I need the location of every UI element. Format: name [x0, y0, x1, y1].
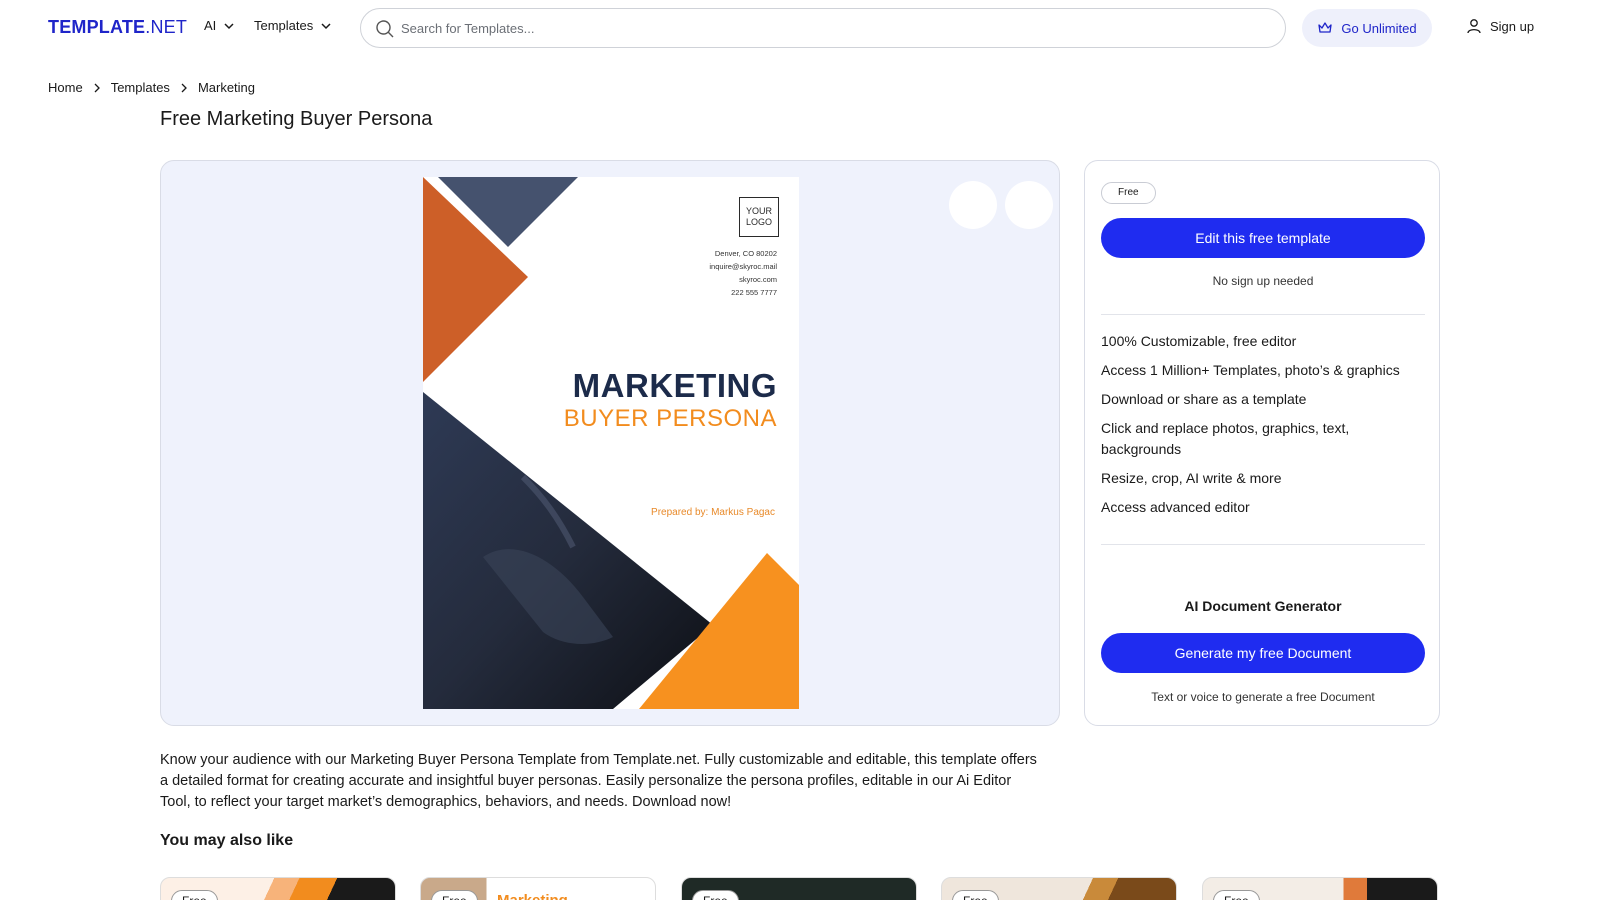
related-template-title: Marketing — [497, 892, 568, 900]
related-template-card[interactable]: Free — [681, 877, 917, 900]
feature-item: Click and replace photos, graphics, text… — [1101, 420, 1350, 457]
free-badge: Free — [1213, 890, 1260, 900]
chevron-right-icon — [94, 83, 100, 92]
breadcrumb: Home Templates Marketing — [48, 80, 255, 95]
divider — [1101, 544, 1425, 545]
nav-templates-dropdown[interactable]: Templates — [254, 18, 333, 33]
no-signup-note: No sign up needed — [1212, 274, 1314, 288]
feature-item: Resize, crop, AI write & more — [1101, 470, 1282, 486]
search-bar — [360, 8, 1286, 48]
chevron-down-icon — [321, 22, 331, 29]
free-badge: Free — [171, 890, 218, 900]
doc-title-sub: BUYER PERSONA — [563, 405, 777, 432]
cover-photo — [423, 392, 713, 709]
generate-document-button[interactable]: Generate my free Document — [1101, 633, 1425, 673]
doc-contact-line: inquire@skyroc.mail — [709, 262, 777, 271]
page-title: Free Marketing Buyer Persona — [160, 108, 433, 130]
breadcrumb-marketing[interactable]: Marketing — [198, 80, 255, 95]
you-may-also-like-heading: You may also like — [160, 832, 294, 849]
doc-contact-line: skyroc.com — [739, 275, 777, 284]
site-logo[interactable]: TEMPLATE.NET — [48, 17, 187, 38]
divider — [1101, 314, 1425, 315]
free-badge: Free — [431, 890, 478, 900]
favorite-button[interactable] — [949, 181, 997, 229]
free-badge: Free — [692, 890, 739, 900]
share-button[interactable] — [1005, 181, 1053, 229]
edit-template-button[interactable]: Edit this free template — [1101, 218, 1425, 258]
template-description: Know your audience with our Marketing Bu… — [160, 752, 1037, 810]
generate-note: Text or voice to generate a free Documen… — [1151, 690, 1375, 704]
sign-up-label: Sign up — [1490, 18, 1535, 34]
breadcrumb-templates[interactable]: Templates — [111, 80, 170, 95]
template-action-card: Free Edit this free template No sign up … — [1084, 160, 1440, 726]
feature-item: Download or share as a template — [1101, 391, 1307, 407]
feature-item: 100% Customizable, free editor — [1101, 333, 1297, 349]
user-icon — [1467, 19, 1481, 34]
related-template-card[interactable]: Free — [1202, 877, 1438, 900]
go-unlimited-button[interactable]: Go Unlimited — [1302, 9, 1432, 47]
top-header: TEMPLATE.NET AI Templates Go Unlimited S… — [0, 0, 1600, 56]
crown-icon — [1318, 22, 1333, 33]
sign-up-button[interactable]: Sign up — [1466, 18, 1534, 34]
nav-templates-label: Templates — [254, 18, 314, 33]
feature-list: 100% Customizable, free editor Access 1 … — [1101, 331, 1431, 526]
doc-prepared-by: Prepared by: Markus Pagac — [651, 507, 775, 518]
doc-logo-placeholder: YOUR LOGO — [739, 197, 779, 237]
nav-ai-label: AI — [204, 18, 217, 33]
related-template-card[interactable]: Free — [941, 877, 1177, 900]
feature-item: Access advanced editor — [1101, 499, 1250, 515]
doc-title-main: MARKETING — [572, 367, 777, 404]
chevron-down-icon — [224, 22, 234, 29]
chevron-right-icon — [181, 83, 187, 92]
ai-generator-heading: AI Document Generator — [1184, 598, 1342, 614]
doc-contact-line: Denver, CO 80202 — [714, 249, 777, 258]
nav-ai-dropdown[interactable]: AI — [204, 18, 236, 33]
search-icon — [376, 20, 394, 38]
free-badge: Free — [952, 890, 999, 900]
related-template-card[interactable]: Free — [160, 877, 396, 900]
breadcrumb-home[interactable]: Home — [48, 80, 83, 95]
related-template-card[interactable]: Free Marketing — [420, 877, 656, 900]
doc-contact-line: 222 555 7777 — [731, 288, 777, 297]
doc-contact-info: Denver, CO 80202 inquire@skyroc.mail sky… — [709, 247, 777, 299]
feature-item: Access 1 Million+ Templates, photo’s & g… — [1101, 362, 1400, 378]
go-unlimited-label: Go Unlimited — [1341, 20, 1417, 36]
search-input[interactable] — [401, 18, 1261, 38]
template-document-preview[interactable]: YOUR LOGO Denver, CO 80202 inquire@skyro… — [423, 177, 799, 709]
template-preview: YOUR LOGO Denver, CO 80202 inquire@skyro… — [160, 160, 1060, 726]
free-badge: Free — [1101, 182, 1156, 204]
